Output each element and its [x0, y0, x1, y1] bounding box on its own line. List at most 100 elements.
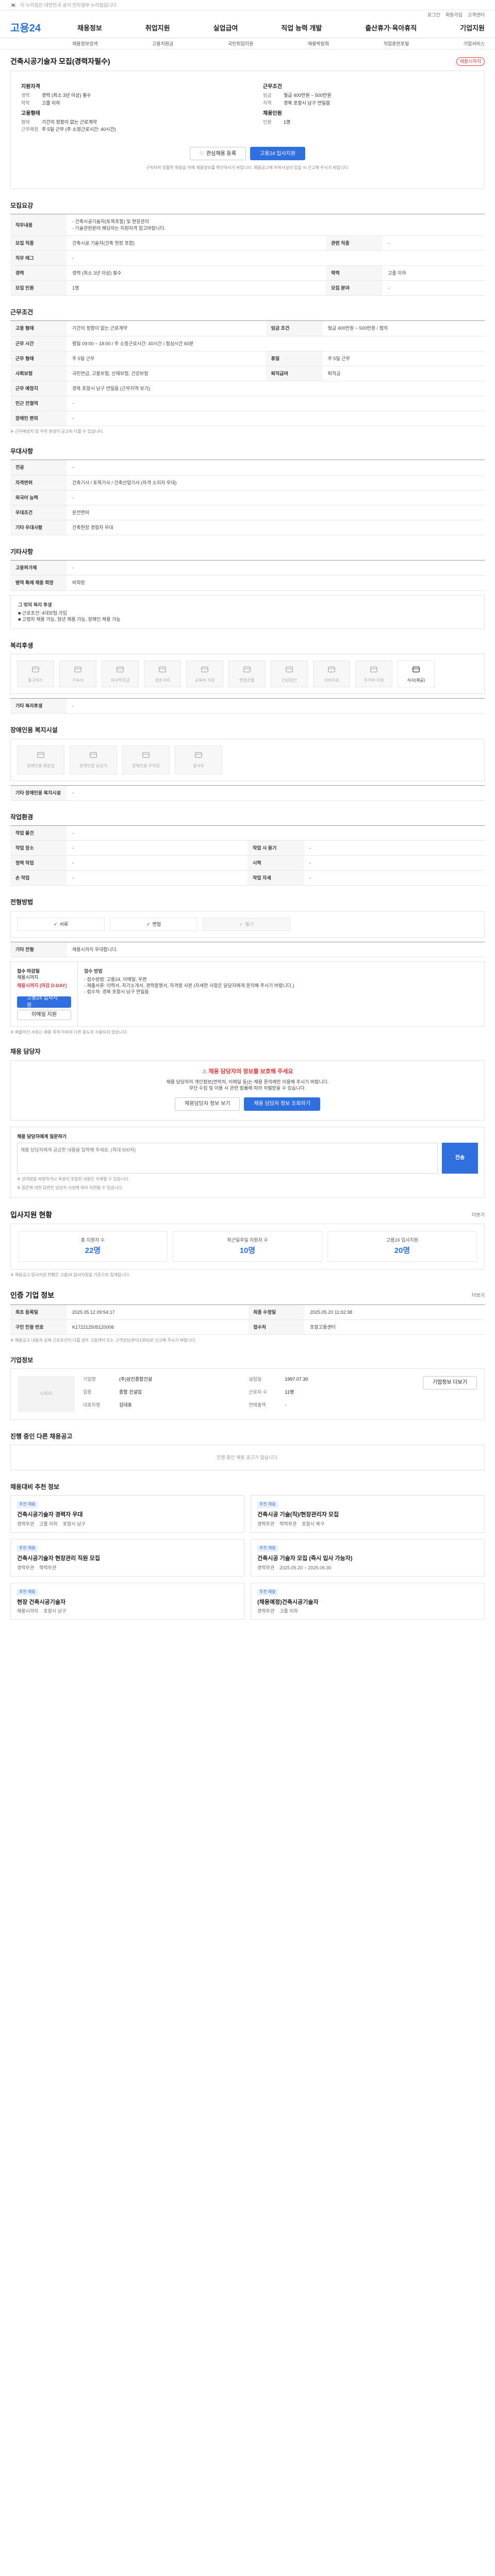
recommend-title[interactable]: 건축시공기술자 경력자 우대	[17, 1511, 238, 1519]
env-key: 작업 물건	[10, 825, 67, 841]
recommend-title[interactable]: 건축시공 기술자 모집 (즉시 입사 가능자)	[257, 1555, 478, 1563]
menu-item-2[interactable]: 실업급여	[213, 24, 238, 33]
apply-email-button[interactable]: 이메일 지원	[17, 1009, 71, 1020]
welfare-icon	[285, 665, 294, 676]
recommend-card[interactable]: 추천 채용 현장 건축시공기술자 채용시까지 포항시 남구	[10, 1582, 244, 1620]
prefer-value: -	[67, 460, 485, 476]
env-value: -	[67, 870, 248, 886]
subnav-item-2[interactable]: 국민취업지원	[228, 41, 254, 47]
condition-note: ※ 근무예정지 및 주변 환경이 공고와 다를 수 있습니다.	[10, 429, 104, 434]
welfare-item: 교육비 지원	[186, 660, 223, 688]
welfare-item: 경조사비	[144, 660, 181, 688]
job-desc-value: - 건축시공기술자(토목포함) 및 현장관리 - 기술관련분야 해당자는 지원자…	[67, 214, 485, 236]
env-key: 시력	[248, 855, 304, 871]
apply-online-button[interactable]: 고용24 입사지원	[17, 995, 71, 1008]
stats-header: 입사지원 현황 더보기	[10, 1210, 485, 1219]
stat-label: 총 지원자 수	[80, 1238, 105, 1243]
company-more-button[interactable]: 기업정보 더보기	[422, 1376, 477, 1389]
subnav-item-5[interactable]: 기업서비스	[464, 41, 485, 47]
recommend-heading: 채용대비 추천 정보	[10, 1483, 59, 1490]
company-key: 기업명	[83, 1376, 96, 1382]
recommend-card[interactable]: 추천 채용 (채용예정)건축시공기술자 경력무관 고졸 이하	[251, 1582, 485, 1620]
stats-more-link[interactable]: 더보기	[472, 1212, 485, 1218]
method-item: ✓ 면접	[110, 917, 197, 931]
disability-label: 장애인용 화장실	[27, 764, 55, 769]
welfare-label: 명절선물	[239, 677, 255, 683]
summary-right-key: 지역	[263, 100, 272, 106]
prefer-key: 전공	[10, 460, 67, 476]
heart-icon: ♡	[199, 150, 204, 157]
welfare-icon	[200, 665, 209, 676]
recommend-title[interactable]: 건축시공기술자 현장관리 직원 모집	[17, 1555, 238, 1563]
menu-item-5[interactable]: 기업지원	[460, 24, 485, 33]
subnav-item-0[interactable]: 채용정보검색	[72, 41, 98, 47]
recommend-card[interactable]: 추천 채용 건축시공 기술(직)/현장관리자 모집 경력무관 학력무관 포항시 북구	[251, 1495, 485, 1533]
contact-info-button[interactable]: 채용담당자 정보 보기	[175, 1097, 240, 1111]
summary-left2-row: 형태 기간의 정함이 없는 근로계약	[21, 119, 232, 125]
recommend-grid: 추천 채용 건축시공기술자 경력자 우대 경력무관 고졸 이하 포항시 남구 추천 채용 건…	[10, 1495, 485, 1620]
env-heading: 작업환경	[10, 813, 34, 821]
etc-key: 병역 특례 채용 희망	[10, 575, 67, 591]
subnav-item-3[interactable]: 채용박람회	[308, 41, 329, 47]
warning-icon: ⚠	[202, 1068, 209, 1075]
welfare-icon	[242, 665, 252, 676]
util-link-1[interactable]: 회원가입	[446, 12, 463, 18]
welfare-extra: 기타 복리후생 -	[10, 698, 485, 714]
site-logo[interactable]: 고용24	[10, 22, 62, 36]
recommend-title[interactable]: 건축시공 기술(직)/현장관리자 모집	[257, 1511, 478, 1519]
info-more-link[interactable]: 더보기	[472, 1292, 485, 1298]
apply-box: 접수 마감일 채용시까지 채용시까지 (마감 D-DAY) 고용24 입사지원 …	[10, 961, 485, 1027]
disability-item: 장애인용 화장실	[17, 745, 64, 774]
recruit-value: 건축시공 기술자(건축 현장 포함)	[67, 235, 326, 251]
job-detail: 건축시공기술자 모집(경력자필수) 채용시까지 지원자격 경력 경력 (최소 3년…	[10, 57, 485, 1640]
interest-button[interactable]: ♡ 관심채용 등록	[189, 147, 246, 161]
condition-key: 사회보험	[10, 366, 67, 382]
recommend-card[interactable]: 추천 채용 건축시공기술자 경력자 우대 경력무관 고졸 이하 포항시 남구	[10, 1495, 244, 1533]
apply-line: - 접수방법: 고용24, 이메일, 우편	[84, 976, 147, 982]
menu-item-4[interactable]: 출산휴가·육아휴직	[365, 24, 417, 33]
question-send-button[interactable]: 전송	[442, 1142, 478, 1174]
etc-line: ■ 근로조건: 4대보험 가입	[18, 610, 67, 616]
recommend-meta: 경력무관 학력무관 포항시 북구	[257, 1521, 478, 1527]
recommend-card[interactable]: 추천 채용 건축시공기술자 현장관리 직원 모집 경력무관 학력무관	[10, 1538, 244, 1577]
method-label: 서류	[59, 921, 69, 927]
condition-key: 근무 시간	[10, 336, 67, 351]
prefer-table: 전공 - 자격면허 건축기사 / 토목기사 / 건축산업기사 (자격 소지자 우대) 외…	[10, 460, 485, 536]
other-heading: 진행 중인 다른 채용공고	[10, 1432, 73, 1440]
menu-item-3[interactable]: 직업 능력 개발	[281, 24, 322, 33]
apply-button[interactable]: 고용24 입사지원	[250, 147, 306, 161]
subnav-item-1[interactable]: 고용지원금	[152, 41, 173, 47]
welfare-icon	[73, 665, 82, 676]
contact-lookup-button[interactable]: 채용 담당자 정보 조회하기	[244, 1097, 320, 1111]
prefer-key: 자격면허	[10, 475, 67, 490]
accessibility-icon	[194, 750, 203, 761]
subnav-item-4[interactable]: 직업훈련포털	[384, 41, 409, 47]
disability-label: 장애인용 주차장	[132, 764, 160, 769]
company-key: 근로자 수	[249, 1389, 268, 1395]
company-key: 대표자명	[83, 1402, 101, 1408]
contact-heading: 채용 담당자	[10, 1048, 41, 1056]
condition-value: 월급 400만원 ~ 500만원 / 협의	[322, 320, 485, 336]
env-key: 청력 작업	[10, 855, 67, 871]
info-note: ※ 채용공고 내용과 실제 근로조건이 다를 경우 고용센터 또는 고객상담센터…	[10, 1337, 196, 1343]
recommend-title[interactable]: (채용예정)건축시공기술자	[257, 1599, 478, 1606]
question-input[interactable]	[17, 1142, 438, 1174]
etc-box: 그 밖의 복리 후생 ■ 근로조건: 4대보험 가입 ■ 고령자 채용 가능, 청…	[10, 595, 485, 630]
condition-row: 장애인 편의 -	[10, 411, 485, 427]
menu-item-0[interactable]: 채용정보	[77, 24, 102, 33]
welfare-icon	[369, 665, 378, 676]
util-link-0[interactable]: 로그인	[427, 12, 440, 18]
condition-key: 임금 조건	[266, 320, 323, 336]
recommend-card[interactable]: 추천 채용 건축시공 기술자 모집 (즉시 입사 가능자) 경력무관 2025.05.…	[251, 1538, 485, 1577]
apply-note: ※ 제출하신 서류는 채용 목적 이외의 다른 용도로 사용되지 않습니다.	[10, 1029, 128, 1035]
company-value: 종합 건설업	[119, 1389, 142, 1395]
menu-item-1[interactable]: 취업지원	[145, 24, 170, 33]
condition-value: -	[67, 396, 485, 412]
company-value: (주)삼진종합건설	[119, 1376, 152, 1382]
accessibility-icon	[36, 750, 45, 761]
recommend-title[interactable]: 현장 건축시공기술자	[17, 1599, 238, 1606]
util-link-2[interactable]: 고객센터	[468, 12, 485, 18]
welfare-label: 통근버스	[28, 677, 43, 683]
condition-value: -	[67, 411, 485, 427]
recommend-meta-item: 학력무관	[279, 1521, 297, 1527]
